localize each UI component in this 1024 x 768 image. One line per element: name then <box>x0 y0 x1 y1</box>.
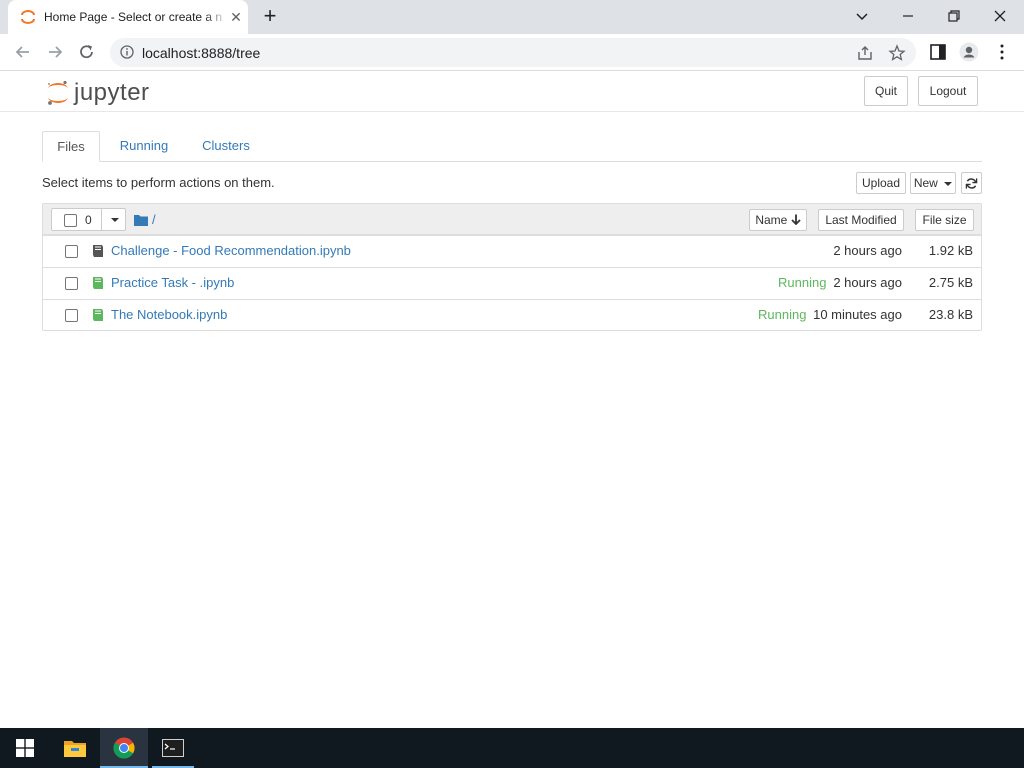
new-button-label: New <box>913 176 938 190</box>
sort-by-size-button[interactable]: File size <box>915 209 974 231</box>
windows-logo-icon <box>16 739 34 757</box>
jupyter-logo-icon <box>48 80 68 105</box>
refresh-icon <box>965 178 978 189</box>
tab-search-icon[interactable] <box>852 6 872 26</box>
sort-by-modified-button[interactable]: Last Modified <box>818 209 904 231</box>
upload-button[interactable]: Upload <box>856 172 906 194</box>
folder-icon <box>134 215 148 226</box>
jupyter-tabs: Files Running Clusters <box>42 131 982 162</box>
jupyter-logo-text: jupyter <box>74 79 150 106</box>
browser-tab-title: Home Page - Select or create a n <box>44 10 223 24</box>
reload-icon[interactable] <box>76 42 98 62</box>
file-select-checkbox[interactable] <box>65 245 78 258</box>
tab-files[interactable]: Files <box>42 131 100 162</box>
taskbar-chrome[interactable] <box>100 728 148 768</box>
refresh-button[interactable] <box>961 172 982 194</box>
share-icon[interactable] <box>856 44 874 62</box>
file-last-modified: 10 minutes ago <box>813 307 902 322</box>
tab-clusters[interactable]: Clusters <box>192 131 260 162</box>
file-list-header: 0 / Name Last Modified File size <box>43 204 981 235</box>
select-all-checkbox[interactable] <box>64 214 77 227</box>
new-dropdown-button[interactable]: New <box>910 172 956 194</box>
restore-icon[interactable] <box>944 6 964 26</box>
notebook-icon <box>93 277 103 289</box>
taskbar-terminal[interactable] <box>152 728 194 768</box>
sort-by-name-button[interactable]: Name <box>749 209 807 231</box>
windows-taskbar <box>0 728 1024 768</box>
forward-icon[interactable] <box>44 42 66 62</box>
close-window-icon[interactable] <box>990 6 1010 26</box>
taskbar-file-explorer[interactable] <box>52 728 98 768</box>
file-list: 0 / Name Last Modified File size Challen… <box>42 203 982 331</box>
terminal-icon <box>162 739 184 757</box>
running-status-badge: Running <box>758 307 807 322</box>
browser-tab-strip: Home Page - Select or create a n ✕ + <box>0 0 1024 34</box>
file-row[interactable]: Practice Task - .ipynb Running 2 hours a… <box>43 267 981 299</box>
new-caret-icon <box>944 181 953 186</box>
file-row[interactable]: Challenge - Food Recommendation.ipynb 2 … <box>43 235 981 267</box>
jupyter-logo[interactable]: jupyter <box>46 76 156 108</box>
address-bar[interactable]: localhost:8888/tree <box>110 38 916 67</box>
profile-avatar-icon[interactable] <box>959 42 979 62</box>
back-icon[interactable] <box>12 42 34 62</box>
breadcrumb-root[interactable]: / <box>152 212 156 227</box>
site-info-icon[interactable] <box>120 45 134 59</box>
file-select-checkbox[interactable] <box>65 277 78 290</box>
file-size: 23.8 kB <box>928 307 973 322</box>
notebook-icon <box>93 309 103 321</box>
side-panel-icon[interactable] <box>928 42 948 62</box>
sort-arrow-down-icon <box>791 214 801 226</box>
new-tab-button[interactable]: + <box>258 5 282 28</box>
running-status-badge: Running <box>778 275 827 290</box>
minimize-icon[interactable] <box>898 6 918 26</box>
tab-running[interactable]: Running <box>108 131 180 162</box>
select-menu-dropdown[interactable] <box>101 208 127 231</box>
logout-button[interactable]: Logout <box>918 76 978 106</box>
selection-instruction: Select items to perform actions on them. <box>42 175 275 190</box>
url-text[interactable]: localhost:8888/tree <box>142 45 260 61</box>
chrome-icon <box>113 737 135 759</box>
select-caret-icon <box>111 218 119 222</box>
quit-button[interactable]: Quit <box>864 76 908 106</box>
file-row[interactable]: The Notebook.ipynb Running 10 minutes ag… <box>43 299 981 331</box>
file-last-modified: 2 hours ago <box>833 275 902 290</box>
tab-title-fade <box>204 6 228 26</box>
jupyter-favicon-icon <box>21 10 35 24</box>
file-name-link[interactable]: Challenge - Food Recommendation.ipynb <box>111 243 351 258</box>
selected-count: 0 <box>85 213 92 227</box>
browser-menu-icon[interactable] <box>992 42 1012 62</box>
file-select-checkbox[interactable] <box>65 309 78 322</box>
select-all-group: 0 <box>51 208 126 231</box>
bookmark-star-icon[interactable] <box>888 44 906 62</box>
start-button[interactable] <box>0 728 48 768</box>
file-explorer-icon <box>64 741 86 757</box>
notebook-icon <box>93 245 103 257</box>
browser-toolbar: localhost:8888/tree <box>0 34 1024 71</box>
file-size: 1.92 kB <box>928 243 973 258</box>
file-name-link[interactable]: Practice Task - .ipynb <box>111 275 234 290</box>
file-size: 2.75 kB <box>928 275 973 290</box>
jupyter-header: jupyter Quit Logout <box>0 71 1024 112</box>
close-tab-icon[interactable]: ✕ <box>228 9 244 25</box>
browser-tab[interactable]: Home Page - Select or create a n ✕ <box>8 0 248 34</box>
file-last-modified: 2 hours ago <box>833 243 902 258</box>
file-name-link[interactable]: The Notebook.ipynb <box>111 307 227 322</box>
sort-name-label: Name <box>755 213 788 227</box>
